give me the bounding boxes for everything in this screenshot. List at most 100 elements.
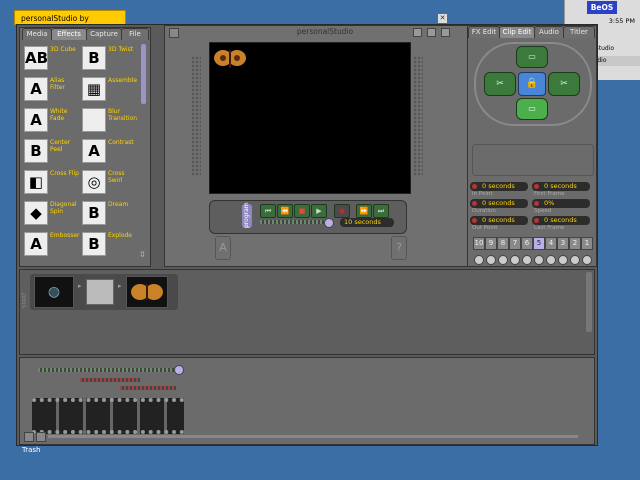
timeline-zoom-in-icon[interactable] xyxy=(36,432,46,442)
trim-up-button[interactable]: ▭ xyxy=(516,46,548,68)
number-dial[interactable] xyxy=(582,255,592,265)
position-slider-knob[interactable] xyxy=(324,218,334,228)
clip-field[interactable]: 0 seconds Last Frame xyxy=(532,216,592,232)
effect-item[interactable]: ◧ Cross Flip xyxy=(24,169,79,199)
clip-field-value[interactable]: 0% xyxy=(532,199,590,208)
set-point-icon[interactable] xyxy=(534,184,539,189)
set-point-icon[interactable] xyxy=(472,201,477,206)
timeline-playhead[interactable] xyxy=(174,365,184,375)
set-point-icon[interactable] xyxy=(534,201,539,206)
minimize-icon[interactable] xyxy=(413,28,422,37)
number-key[interactable]: 8 xyxy=(497,237,509,250)
app-title-tab[interactable]: personalStudio by Adamation Inc. xyxy=(14,10,126,38)
tab-fx-edit[interactable]: FX Edit xyxy=(468,26,500,38)
tab-audio[interactable]: Audio xyxy=(534,26,564,38)
position-slider[interactable] xyxy=(260,220,326,224)
trim-right-button[interactable]: ✂ xyxy=(548,72,580,96)
clip-field[interactable]: 0 seconds Out Point xyxy=(470,216,530,232)
zoom-icon[interactable] xyxy=(169,28,179,38)
effect-item[interactable]: Blur Transition xyxy=(82,107,137,137)
clip-field-value[interactable]: 0 seconds xyxy=(470,199,528,208)
effect-item[interactable]: B Explode xyxy=(82,231,134,261)
number-key[interactable]: 6 xyxy=(521,237,533,250)
close-window-button[interactable]: ✕ xyxy=(437,13,448,24)
program-mode-toggle[interactable]: program xyxy=(242,202,252,228)
go-to-start-button[interactable]: ⏮ xyxy=(260,204,276,218)
number-key[interactable]: 1 xyxy=(581,237,593,250)
transition-thumbnail[interactable] xyxy=(86,279,114,305)
be-menu-logo[interactable]: BeOS xyxy=(587,1,617,14)
maximize-icon[interactable] xyxy=(427,28,436,37)
timeline-hscroll[interactable] xyxy=(48,435,578,438)
number-key[interactable]: 4 xyxy=(545,237,557,250)
restore-icon[interactable] xyxy=(441,28,450,37)
go-to-end-button[interactable]: ⏭ xyxy=(373,204,389,218)
tab-clip-edit[interactable]: Clip Edit xyxy=(499,26,535,38)
effect-item[interactable]: ▦ Assemble xyxy=(82,76,137,106)
effect-item[interactable]: B Center Peel xyxy=(24,138,76,168)
clip-field-value[interactable]: 0 seconds xyxy=(470,182,528,191)
clip-field[interactable]: 0 seconds First Frame xyxy=(532,182,592,198)
number-key[interactable]: 2 xyxy=(569,237,581,250)
record-button[interactable]: ● xyxy=(334,204,350,218)
effect-item[interactable]: ◎ Cross Swirl xyxy=(82,169,134,199)
clip-thumbnail[interactable]: ◍ xyxy=(34,276,74,308)
scroll-arrows-icon[interactable]: ⇳ xyxy=(139,250,146,259)
clip-field-value[interactable]: 0 seconds xyxy=(532,216,590,225)
number-key[interactable]: 3 xyxy=(557,237,569,250)
trim-down-button[interactable]: ▭ xyxy=(516,98,548,120)
effect-item[interactable]: AB 3D Cube xyxy=(24,45,76,75)
clip-field[interactable]: 0 seconds In Point xyxy=(470,182,530,198)
number-dial[interactable] xyxy=(474,255,484,265)
number-dial[interactable] xyxy=(510,255,520,265)
number-dial[interactable] xyxy=(558,255,568,265)
number-key[interactable]: 7 xyxy=(509,237,521,250)
number-key[interactable]: 10 xyxy=(473,237,485,250)
rewind-button[interactable]: ⏪ xyxy=(277,204,293,218)
fast-forward-button[interactable]: ⏩ xyxy=(356,204,372,218)
play-button[interactable]: ▶ xyxy=(311,204,327,218)
clip-thumbnail[interactable] xyxy=(126,276,168,308)
number-dial[interactable] xyxy=(486,255,496,265)
effect-item[interactable]: A Contrast xyxy=(82,138,134,168)
effect-item[interactable]: B Dream xyxy=(82,200,134,230)
effect-track[interactable] xyxy=(120,386,176,390)
effects-scrollbar[interactable] xyxy=(141,44,146,104)
text-overlay-button[interactable]: A xyxy=(215,236,231,260)
tab-file[interactable]: File xyxy=(121,28,149,40)
effect-item[interactable]: B 3D Twist xyxy=(82,45,134,75)
tab-effects[interactable]: Effects xyxy=(51,28,87,40)
video-track-filmstrip[interactable] xyxy=(32,398,184,434)
clip-field-value[interactable]: 0 seconds xyxy=(470,216,528,225)
tab-titler[interactable]: Titler xyxy=(563,26,595,38)
effect-item[interactable]: A White Fade xyxy=(24,107,76,137)
number-dial[interactable] xyxy=(570,255,580,265)
number-key[interactable]: 5 xyxy=(533,237,545,250)
video-preview[interactable] xyxy=(209,42,411,194)
number-dial[interactable] xyxy=(534,255,544,265)
number-dial[interactable] xyxy=(498,255,508,265)
effect-item[interactable]: ◆ Diagonal Spin xyxy=(24,200,77,230)
timeline-zoom-out-icon[interactable] xyxy=(24,432,34,442)
number-dial[interactable] xyxy=(522,255,532,265)
storyboard-scrollbar[interactable] xyxy=(586,272,592,332)
lock-icon[interactable]: 🔒 xyxy=(518,72,546,96)
tab-media[interactable]: Media xyxy=(22,28,52,40)
timeline-ruler[interactable] xyxy=(38,368,178,372)
tab-capture[interactable]: Capture xyxy=(86,28,122,40)
set-point-icon[interactable] xyxy=(534,218,539,223)
stop-button[interactable]: ■ xyxy=(294,204,310,218)
trim-left-button[interactable]: ✂ xyxy=(484,72,516,96)
clip-field-value[interactable]: 0 seconds xyxy=(532,182,590,191)
number-dial[interactable] xyxy=(546,255,556,265)
set-point-icon[interactable] xyxy=(472,218,477,223)
number-key[interactable]: 9 xyxy=(485,237,497,250)
effect-item[interactable]: A Alias Filter xyxy=(24,76,76,106)
effect-track[interactable] xyxy=(80,378,140,382)
clip-field[interactable]: 0 seconds Duration xyxy=(470,199,530,215)
trash-label[interactable]: Trash xyxy=(22,446,41,454)
set-point-icon[interactable] xyxy=(472,184,477,189)
effect-item[interactable]: A Embosser xyxy=(24,231,80,261)
clip-field[interactable]: 0% Speed xyxy=(532,199,592,215)
help-button[interactable]: ? xyxy=(391,236,407,260)
